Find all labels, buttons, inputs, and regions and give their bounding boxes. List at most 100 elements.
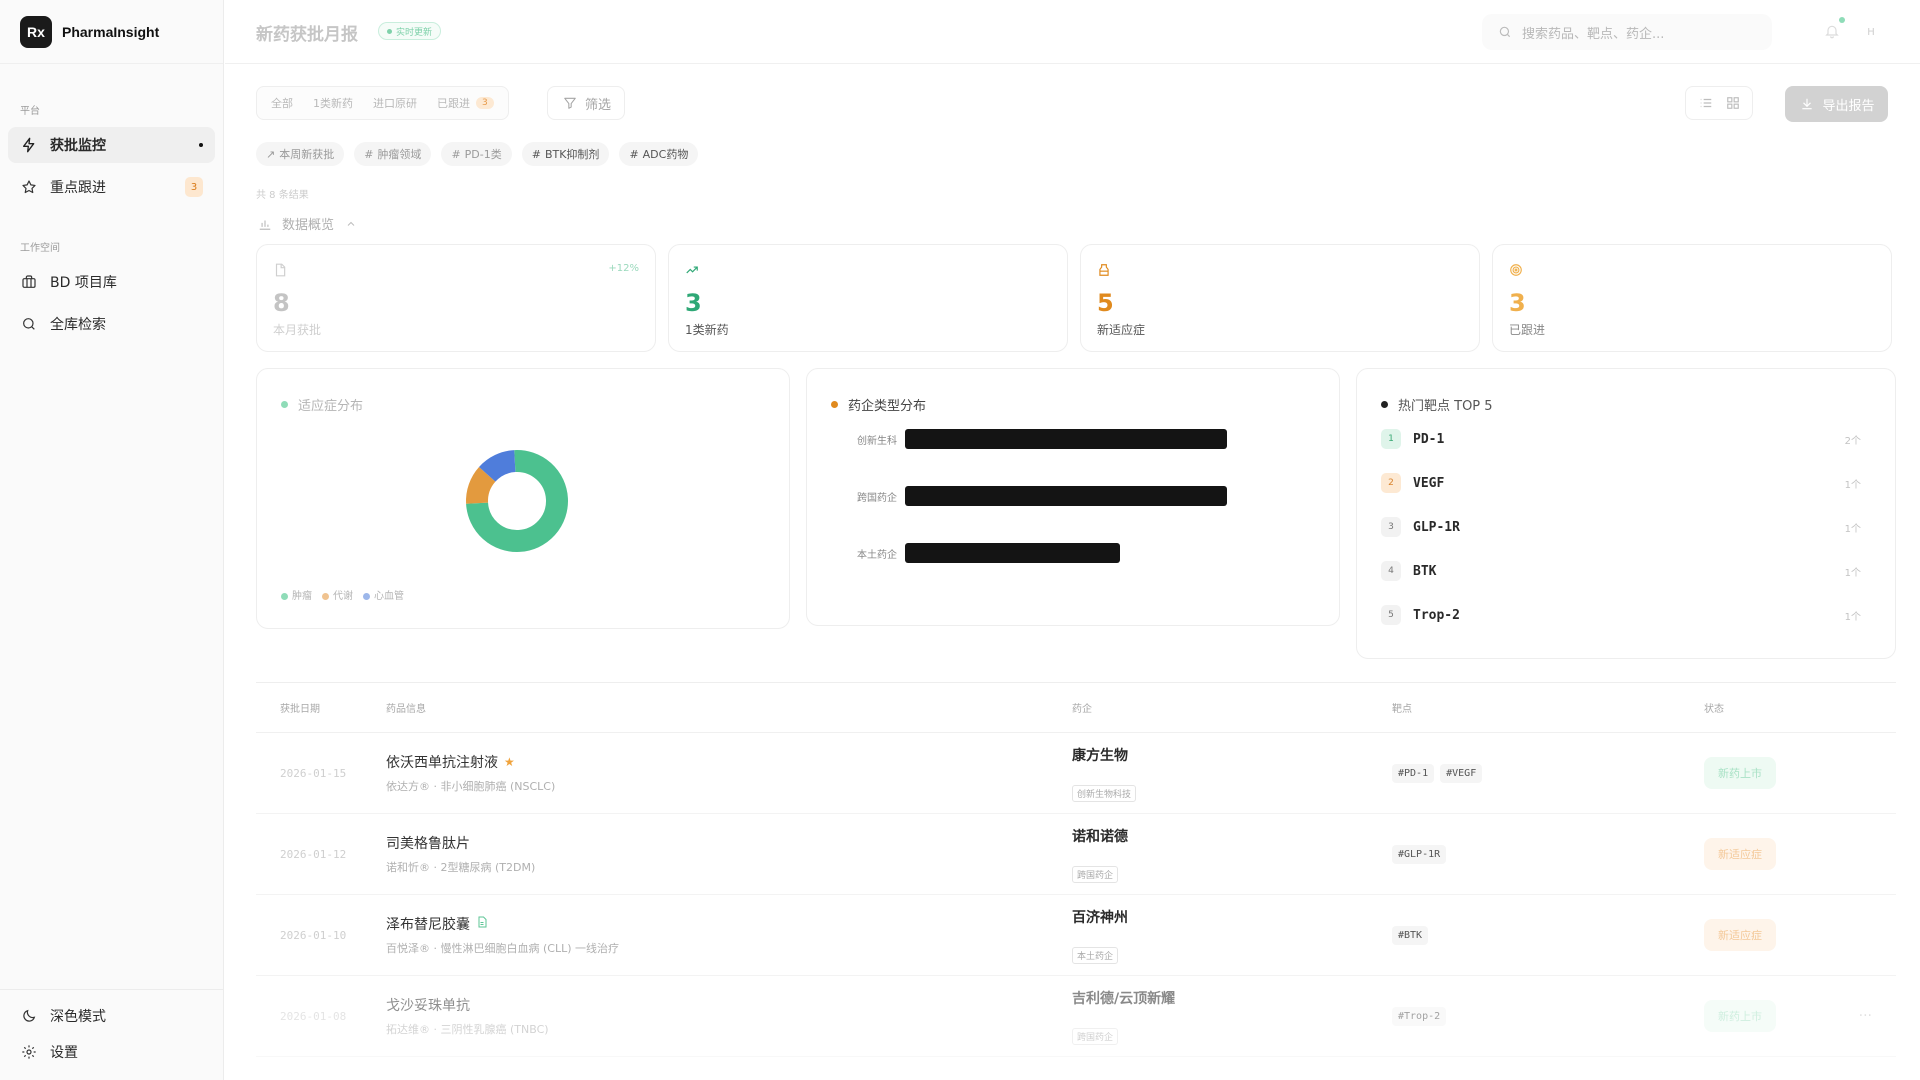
- sidebar-item-label: 获批监控: [50, 138, 106, 154]
- hash-icon: #: [364, 147, 374, 161]
- header-drug[interactable]: 药品信息: [386, 700, 1072, 715]
- chip-label: 肿瘤领域: [377, 148, 422, 161]
- stat-label: 1类新药: [685, 323, 729, 337]
- stat-card-new-indication[interactable]: 5 新适应症: [1080, 244, 1480, 352]
- legend-item: 肿瘤: [281, 587, 312, 602]
- target-name: VEGF: [1413, 475, 1445, 491]
- donut-slice-心血管[interactable]: [479, 450, 517, 483]
- bar[interactable]: [905, 543, 1120, 563]
- search-icon: [1496, 23, 1514, 41]
- target-tag[interactable]: #Trop-2: [1392, 1006, 1447, 1026]
- header-company[interactable]: 药企: [1072, 700, 1392, 715]
- sidebar-item-global-search[interactable]: 全库检索: [8, 306, 215, 342]
- chip-btk[interactable]: # BTK抑制剂: [521, 142, 610, 166]
- target-tag[interactable]: #VEGF: [1440, 763, 1483, 783]
- header-date[interactable]: 获批日期: [256, 700, 386, 715]
- sidebar-item-key-follow[interactable]: 重点跟进 3: [8, 169, 215, 205]
- cell-drug: 司美格鲁肽片诺和忻® · 2型糖尿病 (T2DM): [386, 833, 1072, 875]
- table-row[interactable]: 2026-01-10 泽布替尼胶囊 百悦泽® · 慢性淋巴细胞白血病 (CLL) 一…: [256, 895, 1896, 976]
- bar-row: 跨国药企: [847, 486, 1227, 506]
- company-type-panel: 药企类型分布 创新生科跨国药企本土药企: [806, 368, 1340, 626]
- drug-name[interactable]: 戈沙妥珠单抗: [386, 995, 1072, 1015]
- title-dot: [831, 401, 838, 408]
- chip-adc[interactable]: # ADC药物: [619, 142, 699, 166]
- indication-panel: 适应症分布 肿瘤 代谢 心血管: [256, 368, 790, 629]
- panel-title: 药企类型分布: [831, 395, 1315, 414]
- indication-title: 适应症分布: [298, 399, 364, 414]
- notification-dot: [1839, 17, 1845, 23]
- flask-icon: [1097, 263, 1463, 279]
- tab-imported[interactable]: 进口原研: [365, 90, 425, 116]
- target-tag[interactable]: #PD-1: [1392, 763, 1435, 783]
- company-name[interactable]: 康方生物: [1072, 745, 1392, 765]
- company-type-tag: 创新生物科技: [1072, 784, 1137, 802]
- overview-toggle[interactable]: 数据概览: [256, 214, 360, 233]
- stat-value: 3: [685, 289, 702, 317]
- stat-trend: +12%: [608, 263, 639, 274]
- drug-name[interactable]: 依沃西单抗注射液 ★: [386, 752, 1072, 772]
- drug-subtitle: 诺和忻® · 2型糖尿病 (T2DM): [386, 861, 536, 874]
- company-name[interactable]: 百济神州: [1072, 907, 1392, 927]
- bar[interactable]: [905, 429, 1227, 449]
- header-target[interactable]: 靶点: [1392, 700, 1704, 715]
- search-bar[interactable]: 搜索药品、靶点、药企...: [1482, 14, 1772, 50]
- tab-all[interactable]: 全部: [263, 90, 301, 116]
- export-report-button[interactable]: 导出报告: [1785, 86, 1888, 122]
- target-rank-item[interactable]: 5 Trop-2 1个: [1381, 601, 1861, 629]
- stat-card-monthly[interactable]: +12% 8 本月获批: [256, 244, 656, 352]
- more-icon[interactable]: ···: [1859, 1008, 1872, 1024]
- chip-pd1[interactable]: # PD-1类: [441, 142, 512, 166]
- tab-class1[interactable]: 1类新药: [305, 90, 361, 116]
- live-dot: [387, 28, 392, 34]
- target-rank-item[interactable]: 2 VEGF 1个: [1381, 469, 1861, 497]
- chip-oncology[interactable]: # 肿瘤领域: [354, 142, 432, 166]
- stat-value: 8: [273, 289, 290, 317]
- trend-icon: ↗: [266, 147, 276, 161]
- target-tag[interactable]: #BTK: [1392, 925, 1429, 945]
- table-row[interactable]: 2026-01-12 司美格鲁肽片 诺和忻® · 2型糖尿病 (T2DM) 诺和诺德跨…: [256, 814, 1896, 895]
- trend-up-icon: [685, 263, 1051, 279]
- target-rank-item[interactable]: 1 PD-1 2个: [1381, 425, 1861, 453]
- search-input[interactable]: 搜索药品、靶点、药企...: [1522, 23, 1664, 42]
- donut-slice-代谢[interactable]: [466, 466, 496, 504]
- company-name[interactable]: 诺和诺德: [1072, 826, 1392, 846]
- notification-bell[interactable]: [1823, 17, 1845, 43]
- avatar[interactable]: H: [1859, 20, 1883, 44]
- bar-row: 创新生科: [847, 429, 1227, 449]
- list-view-icon[interactable]: [1697, 94, 1715, 112]
- cell-drug: 依沃西单抗注射液 ★ 依达方® · 非小细胞肺癌 (NSCLC): [386, 752, 1072, 794]
- brand[interactable]: Rx PharmaInsight: [0, 0, 223, 64]
- filter-button[interactable]: 筛选: [547, 86, 625, 120]
- bar-label: 本土药企: [857, 549, 897, 561]
- drug-name[interactable]: 泽布替尼胶囊: [386, 914, 1072, 934]
- grid-view-icon[interactable]: [1724, 94, 1742, 112]
- hash-icon: #: [629, 147, 639, 161]
- star-icon[interactable]: ★: [504, 755, 515, 769]
- sidebar-item-approval-monitor[interactable]: 获批监控: [8, 127, 215, 163]
- target-name: Trop-2: [1413, 607, 1460, 623]
- stat-card-class1[interactable]: 3 1类新药: [668, 244, 1068, 352]
- table-row[interactable]: 2026-01-08 戈沙妥珠单抗 拓达维® · 三阴性乳腺癌 (TNBC) 吉利德/…: [256, 976, 1896, 1057]
- table-row[interactable]: 2026-01-15 依沃西单抗注射液 ★ 依达方® · 非小细胞肺癌 (NSCLC)…: [256, 733, 1896, 814]
- header-status[interactable]: 状态: [1704, 700, 1864, 715]
- active-dot: [199, 143, 203, 147]
- cell-company: 诺和诺德 跨国药企: [1072, 826, 1392, 883]
- target-rank-item[interactable]: 4 BTK 1个: [1381, 557, 1861, 585]
- drug-name[interactable]: 司美格鲁肽片: [386, 833, 1072, 853]
- chip-weekly-new[interactable]: ↗ 本周新获批: [256, 142, 345, 166]
- cell-targets: #PD-1 #VEGF: [1392, 763, 1704, 783]
- settings-button[interactable]: 设置: [8, 1034, 215, 1070]
- sidebar-item-bd-projects[interactable]: BD 项目库: [8, 264, 215, 300]
- approval-date: 2026-01-10: [280, 928, 347, 942]
- target-rank-item[interactable]: 3 GLP-1R 1个: [1381, 513, 1861, 541]
- stat-value: 5: [1097, 289, 1114, 317]
- tab-followed[interactable]: 已跟进 3: [429, 90, 502, 116]
- company-name[interactable]: 吉利德/云顶新耀: [1072, 988, 1392, 1008]
- dark-mode-toggle[interactable]: 深色模式: [8, 998, 215, 1034]
- stat-card-followed[interactable]: 3 已跟进: [1492, 244, 1892, 352]
- target-tag[interactable]: #GLP-1R: [1392, 844, 1447, 864]
- document-icon[interactable]: [476, 916, 488, 932]
- bar[interactable]: [905, 486, 1227, 506]
- legend-item: 心血管: [363, 587, 404, 602]
- drug-name-text: 依沃西单抗注射液: [386, 755, 498, 771]
